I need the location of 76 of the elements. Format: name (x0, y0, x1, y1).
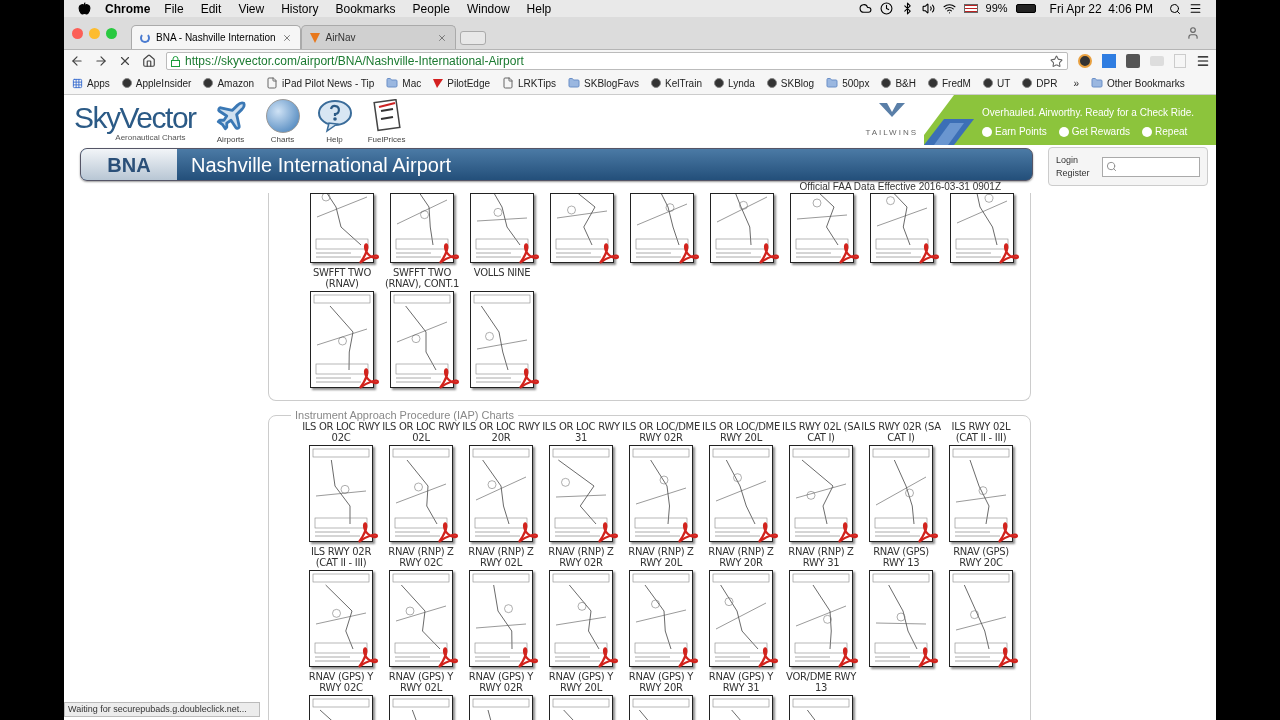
chart-label: ILS OR LOC RWY 31 (541, 421, 621, 443)
chart-label: RNAV (GPS) Y RWY 31 (707, 671, 775, 693)
chart-label: ILS RWY 02L (CAT II - III) (950, 421, 1012, 443)
menu-item[interactable]: People (412, 0, 450, 18)
nav-link[interactable]: Charts (259, 99, 306, 146)
chart-label: ILS OR LOC RWY 20R (462, 421, 541, 443)
logo-tagline: Aeronautical Charts (115, 133, 186, 142)
bookmark-item[interactable]: Other Bookmarks (1090, 75, 1185, 91)
chart-label: SWFFT TWO (RNAV), CONT.1 (383, 267, 461, 289)
bookmark-item[interactable]: SKBlog (766, 75, 815, 91)
chart-label: RNAV (GPS) Y RWY 02L (387, 671, 455, 693)
menu-item[interactable]: Bookmarks (335, 0, 396, 18)
browser-tab[interactable]: AirNav (300, 25, 456, 49)
chart-label: RNAV (GPS) RWY 20C (952, 546, 1010, 568)
effective-date: Official FAA Data Effective 2016-03-31 0901Z (799, 181, 1001, 193)
chart-label: RNAV (GPS) Y RWY 20R (627, 671, 695, 693)
chart-label: ILS OR LOC/DME RWY 02R (621, 421, 701, 443)
airport-name: Nashville International Airport (190, 152, 452, 178)
menu-clock[interactable]: Fri Apr 22 4:06 PM (1049, 0, 1153, 18)
chart-label: ILS RWY 02R (CAT II - III) (309, 546, 373, 568)
chart-label: SWFFT TWO (RNAV) (312, 267, 372, 289)
menu-item[interactable]: View (238, 0, 265, 18)
airport-code: BNA (81, 149, 177, 180)
chart-label: RNAV (RNP) Z RWY 20L (627, 546, 695, 568)
bookmark-item[interactable]: Lynda (713, 75, 755, 91)
bookmark-item[interactable]: » (1073, 75, 1079, 91)
chart-label: RNAV (GPS) RWY 13 (872, 546, 930, 568)
url-text: https://skyvector.com/airport/BNA/Nashville-International-Airport (185, 53, 525, 70)
bookmark-item[interactable]: B&H (881, 75, 916, 91)
bookmark-item[interactable]: LRKTips (502, 75, 557, 91)
chart-label: VOLLS NINE (472, 267, 532, 280)
site-logo[interactable]: SkyVector (74, 103, 196, 133)
chart-label: RNAV (RNP) Z RWY 31 (787, 546, 855, 568)
browser-tab[interactable]: BNA - Nashville Internation (131, 25, 301, 49)
chart-label: RNAV (GPS) Y RWY 02C (307, 671, 375, 693)
menu-item[interactable]: Window (466, 0, 510, 18)
chart-label: RNAV (GPS) Y RWY 20L (547, 671, 615, 693)
status-bubble: Waiting for securepubads.g.doubleclick.net... (64, 702, 260, 717)
chart-label: RNAV (GPS) Y RWY 02R (467, 671, 535, 693)
chart-label: ILS RWY 02R (SA CAT I) (861, 421, 941, 443)
bookmark-item[interactable]: AppleInsider (121, 75, 192, 91)
section-title: Instrument Approach Procedure (IAP) Charts (294, 409, 514, 421)
login-link[interactable]: Login (1056, 153, 1090, 167)
nav-link[interactable]: Airports (207, 99, 254, 146)
chart-label: ILS OR LOC RWY 02C (301, 421, 380, 443)
bookmark-item[interactable]: 500px (826, 75, 870, 91)
chart-label: ILS RWY 02L (SA CAT I) (781, 421, 861, 443)
bookmark-item[interactable]: Apps (72, 75, 110, 91)
address-bar[interactable]: https://skyvector.com/airport/BNA/Nashville-International-Airport (166, 52, 1068, 70)
bookmark-item[interactable]: DPR (1022, 75, 1058, 91)
register-link[interactable]: Register (1056, 166, 1090, 180)
chart-label: RNAV (RNP) Z RWY 02R (547, 546, 615, 568)
brand-name: TAILWINS (865, 127, 918, 139)
chart-label: RNAV (RNP) Z RWY 02L (467, 546, 535, 568)
menu-item[interactable]: File (164, 0, 184, 18)
bookmark-item[interactable]: KelTrain (651, 75, 702, 91)
chart-label: RNAV (RNP) Z RWY 02C (387, 546, 455, 568)
nav-link[interactable]: Help (311, 99, 358, 146)
chart-label: ILS OR LOC RWY 02L (382, 421, 460, 443)
chart-label: RNAV (RNP) Z RWY 20R (707, 546, 775, 568)
menu-item[interactable]: History (281, 0, 319, 18)
menu-item[interactable]: Edit (200, 0, 222, 18)
nav-link[interactable]: FuelPrices (363, 99, 410, 146)
bookmark-item[interactable]: Mac (386, 75, 422, 91)
bookmark-item[interactable]: SKBlogFavs (568, 75, 640, 91)
bookmark-item[interactable]: Amazon (203, 75, 255, 91)
menu-item[interactable]: Chrome (105, 0, 151, 18)
chart-label: ILS OR LOC/DME RWY 20L (701, 421, 781, 443)
bookmark-item[interactable]: iPad Pilot News - Tip (266, 75, 375, 91)
bookmark-item[interactable]: UT (982, 75, 1011, 91)
ad-headline: Overhauled. Airworthy. Ready for a Check Ride. (982, 106, 1195, 120)
chart-label: VOR/DME RWY 13 (785, 671, 857, 693)
bookmark-item[interactable]: FredM (928, 75, 971, 91)
menu-item[interactable]: Help (526, 0, 552, 18)
bookmark-item[interactable]: PilotEdge (433, 75, 491, 91)
battery-percent: 99% (985, 1, 1008, 17)
